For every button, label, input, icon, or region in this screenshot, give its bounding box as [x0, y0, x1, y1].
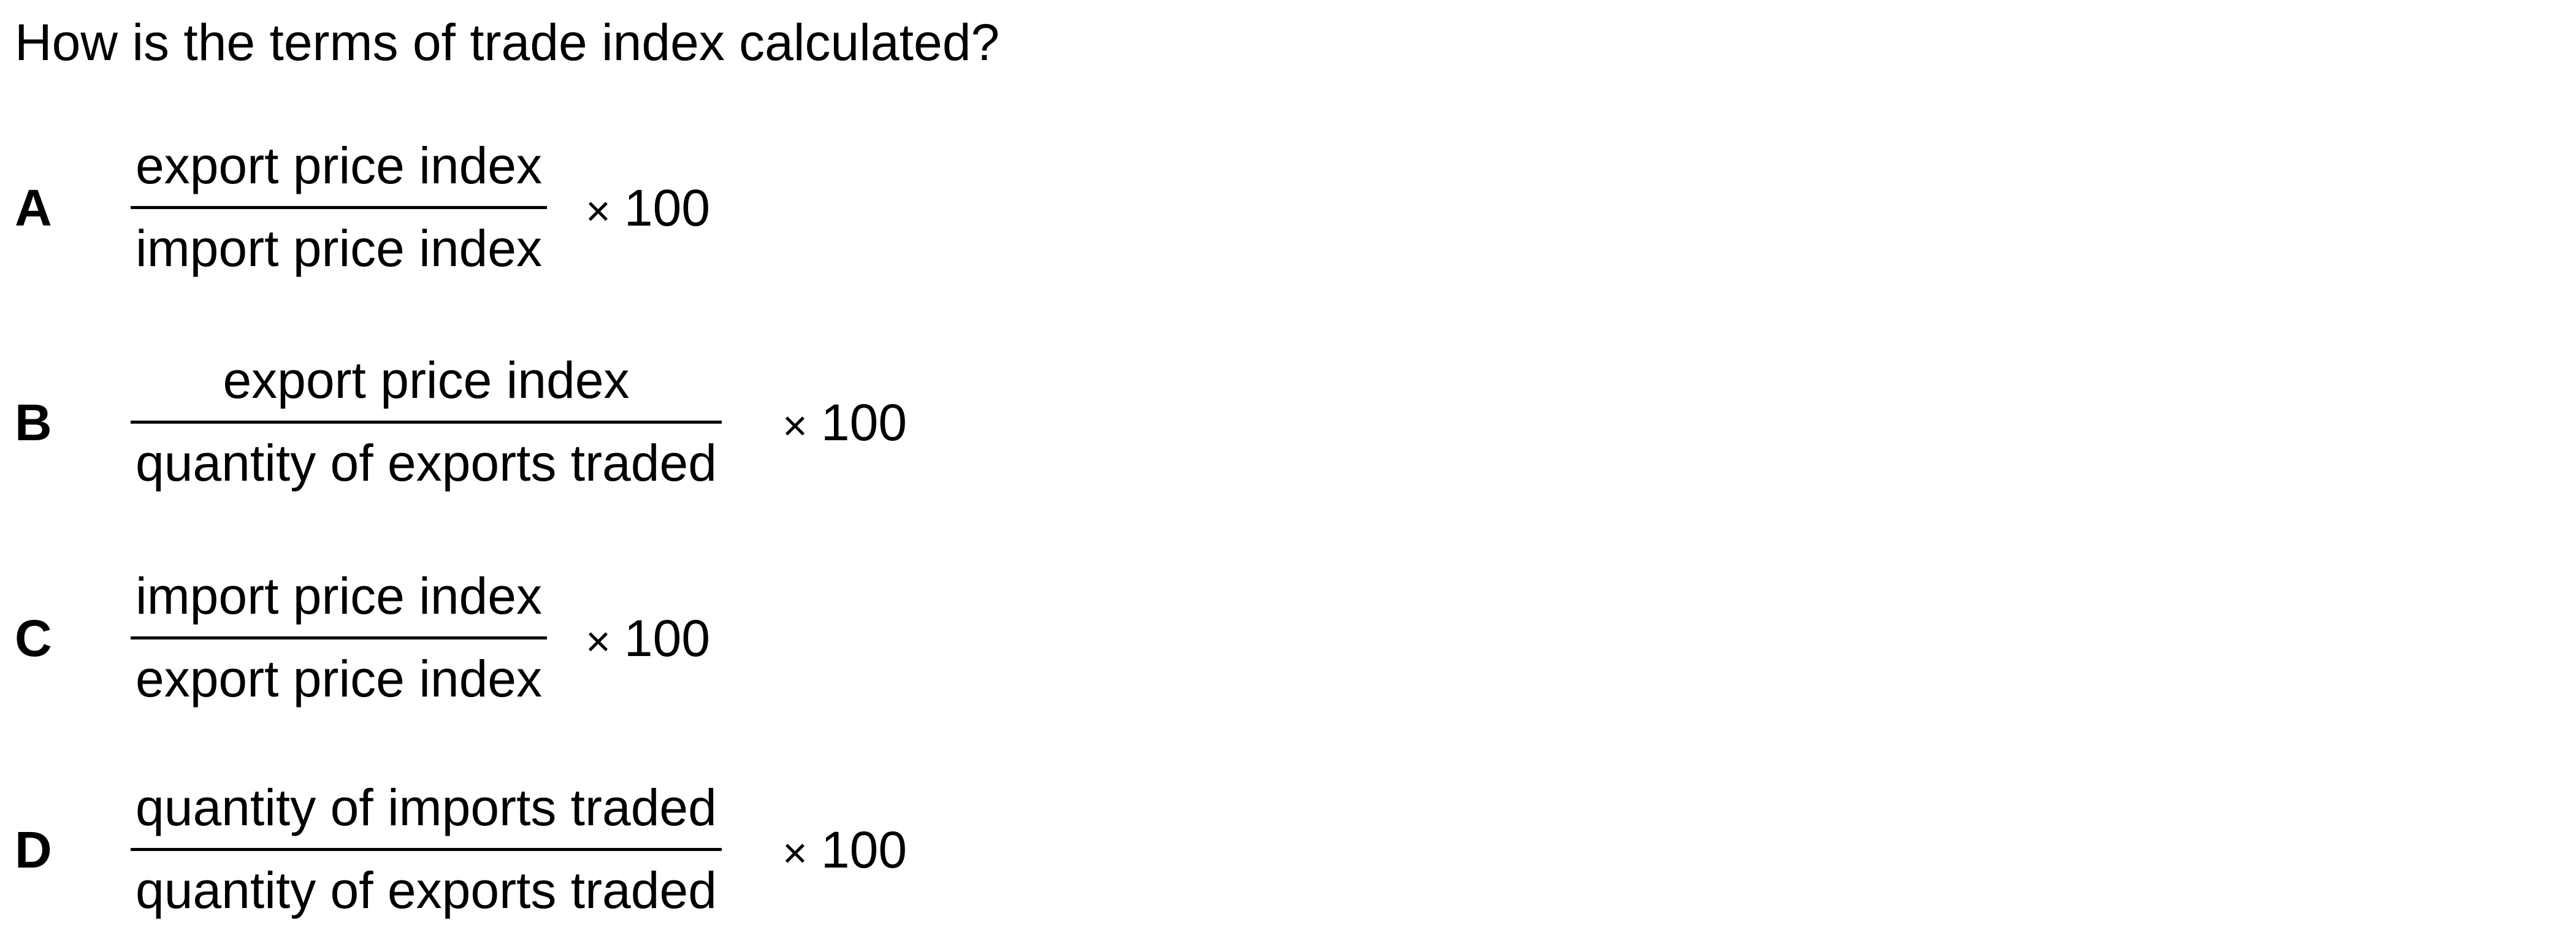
- fraction: export price index quantity of exports t…: [131, 354, 722, 489]
- option-letter: B: [15, 394, 52, 451]
- fraction-numerator: quantity of imports traded: [136, 779, 717, 836]
- times-sign: ×: [586, 187, 611, 235]
- times-sign: ×: [782, 829, 808, 877]
- fraction: export price index import price index: [131, 137, 548, 277]
- multiplier-group: × 100: [586, 613, 710, 667]
- multiplier-value: 100: [820, 394, 908, 451]
- multiplier-group: × 100: [782, 824, 907, 879]
- fraction-denominator: export price index: [136, 650, 543, 708]
- fraction-denominator: import price index: [136, 219, 542, 277]
- fraction-denominator: quantity of exports traded: [136, 434, 717, 492]
- option-letter: A: [15, 179, 52, 237]
- multiplier-value: 100: [820, 821, 908, 879]
- fraction-numerator: export price index: [136, 137, 543, 194]
- fraction-numerator: import price index: [136, 567, 542, 625]
- multiplier-value: 100: [624, 609, 711, 667]
- fraction: quantity of imports traded quantity of e…: [131, 782, 722, 916]
- question-text: How is the terms of trade index calculat…: [15, 13, 1000, 71]
- fraction-numerator: export price index: [223, 351, 630, 409]
- multiplier-group: × 100: [782, 397, 907, 451]
- option-letter: C: [15, 609, 52, 667]
- multiplier-value: 100: [624, 179, 711, 237]
- times-sign: ×: [782, 402, 808, 449]
- multiplier-group: × 100: [586, 182, 710, 237]
- times-sign: ×: [586, 617, 611, 665]
- fraction-denominator: quantity of exports traded: [136, 861, 717, 919]
- option-letter: D: [15, 821, 52, 879]
- fraction: import price index export price index: [131, 567, 548, 708]
